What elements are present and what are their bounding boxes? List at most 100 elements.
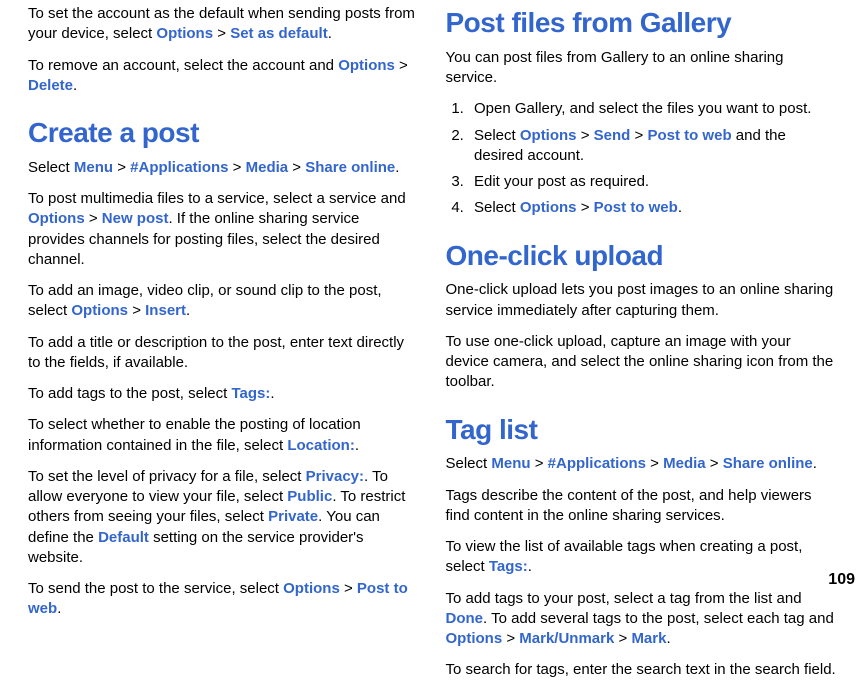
sep: > xyxy=(630,127,647,144)
keyword-post-to-web: Post to web xyxy=(647,127,731,144)
right-column: Post files from Gallery You can post fil… xyxy=(446,4,838,647)
keyword-privacy: Privacy: xyxy=(306,468,364,485)
sep: > xyxy=(229,159,246,176)
page-columns: To set the account as the default when s… xyxy=(28,4,837,647)
keyword-applications: #Applications xyxy=(548,455,646,472)
para-privacy: To set the level of privacy for a file, … xyxy=(28,467,420,568)
list-item: Edit your post as required. xyxy=(468,172,837,192)
keyword-options: Options xyxy=(338,57,395,74)
para-add-tags: To add tags to the post, select Tags:. xyxy=(28,384,420,404)
keyword-options: Options xyxy=(520,127,577,144)
keyword-mark: Mark xyxy=(631,630,666,647)
para-set-default: To set the account as the default when s… xyxy=(28,4,420,45)
text: . xyxy=(73,77,77,94)
keyword-applications: #Applications xyxy=(130,159,228,176)
sep: > xyxy=(577,127,594,144)
keyword-tags: Tags: xyxy=(489,558,528,575)
sep: > xyxy=(577,199,594,216)
heading-post-from-gallery: Post files from Gallery xyxy=(446,4,838,42)
text: . xyxy=(57,600,61,617)
keyword-done: Done xyxy=(446,610,484,627)
text: To post multimedia files to a service, s… xyxy=(28,190,406,207)
keyword-options: Options xyxy=(283,580,340,597)
keyword-send: Send xyxy=(594,127,631,144)
page-number: 109 xyxy=(828,569,855,591)
sep: > xyxy=(213,25,230,42)
keyword-set-as-default: Set as default xyxy=(230,25,328,42)
gallery-steps: Open Gallery, and select the files you w… xyxy=(446,99,838,218)
text: . xyxy=(666,630,670,647)
text: Select xyxy=(474,199,520,216)
text: . xyxy=(678,199,682,216)
text: . xyxy=(328,25,332,42)
keyword-new-post: New post xyxy=(102,210,169,227)
para-taglist-path: Select Menu > #Applications > Media > Sh… xyxy=(446,454,838,474)
text: Select xyxy=(28,159,74,176)
text: To add tags to your post, select a tag f… xyxy=(446,590,802,607)
heading-one-click-upload: One-click upload xyxy=(446,237,838,275)
list-item: Open Gallery, and select the files you w… xyxy=(468,99,837,119)
para-gallery-intro: You can post files from Gallery to an on… xyxy=(446,48,838,89)
keyword-post-to-web: Post to web xyxy=(594,199,678,216)
para-send-post: To send the post to the service, select … xyxy=(28,579,420,620)
text: Select xyxy=(446,455,492,472)
para-search-tags: To search for tags, enter the search tex… xyxy=(446,660,838,680)
keyword-options: Options xyxy=(520,199,577,216)
keyword-insert: Insert xyxy=(145,302,186,319)
list-item: Select Options > Send > Post to web and … xyxy=(468,126,837,167)
para-create-path: Select Menu > #Applications > Media > Sh… xyxy=(28,158,420,178)
text: . xyxy=(270,385,274,402)
sep: > xyxy=(395,57,408,74)
text: To set the level of privacy for a file, … xyxy=(28,468,306,485)
sep: > xyxy=(340,580,357,597)
sep: > xyxy=(614,630,631,647)
para-one-click-intro: One-click upload lets you post images to… xyxy=(446,280,838,321)
para-location: To select whether to enable the posting … xyxy=(28,415,420,456)
text: . xyxy=(528,558,532,575)
keyword-menu: Menu xyxy=(74,159,113,176)
keyword-private: Private xyxy=(268,508,318,525)
sep: > xyxy=(502,630,519,647)
keyword-location: Location: xyxy=(287,437,355,454)
text: To send the post to the service, select xyxy=(28,580,283,597)
keyword-options: Options xyxy=(28,210,85,227)
keyword-default: Default xyxy=(98,529,149,546)
keyword-share-online: Share online xyxy=(723,455,813,472)
left-column: To set the account as the default when s… xyxy=(28,4,420,647)
para-one-click-use: To use one-click upload, capture an imag… xyxy=(446,332,838,393)
keyword-options: Options xyxy=(446,630,503,647)
keyword-tags: Tags: xyxy=(231,385,270,402)
sep: > xyxy=(113,159,130,176)
text: . To add several tags to the post, selec… xyxy=(483,610,834,627)
para-tags-describe: Tags describe the content of the post, a… xyxy=(446,486,838,527)
text: To remove an account, select the account… xyxy=(28,57,338,74)
text: . xyxy=(355,437,359,454)
text: . xyxy=(395,159,399,176)
para-view-tags: To view the list of available tags when … xyxy=(446,537,838,578)
sep: > xyxy=(85,210,102,227)
keyword-mark-unmark: Mark/Unmark xyxy=(519,630,614,647)
sep: > xyxy=(288,159,305,176)
sep: > xyxy=(531,455,548,472)
heading-create-a-post: Create a post xyxy=(28,114,420,152)
para-add-tags: To add tags to your post, select a tag f… xyxy=(446,589,838,650)
para-add-media: To add an image, video clip, or sound cl… xyxy=(28,281,420,322)
sep: > xyxy=(128,302,145,319)
keyword-media: Media xyxy=(663,455,706,472)
para-remove-account: To remove an account, select the account… xyxy=(28,56,420,97)
keyword-options: Options xyxy=(71,302,128,319)
keyword-menu: Menu xyxy=(491,455,530,472)
keyword-share-online: Share online xyxy=(305,159,395,176)
text: . xyxy=(813,455,817,472)
keyword-delete: Delete xyxy=(28,77,73,94)
keyword-media: Media xyxy=(246,159,289,176)
sep: > xyxy=(646,455,663,472)
keyword-options: Options xyxy=(156,25,213,42)
para-add-title: To add a title or description to the pos… xyxy=(28,333,420,374)
para-post-multimedia: To post multimedia files to a service, s… xyxy=(28,189,420,270)
list-item: Select Options > Post to web. xyxy=(468,198,837,218)
text: Select xyxy=(474,127,520,144)
sep: > xyxy=(706,455,723,472)
text: To add tags to the post, select xyxy=(28,385,231,402)
text: . xyxy=(186,302,190,319)
